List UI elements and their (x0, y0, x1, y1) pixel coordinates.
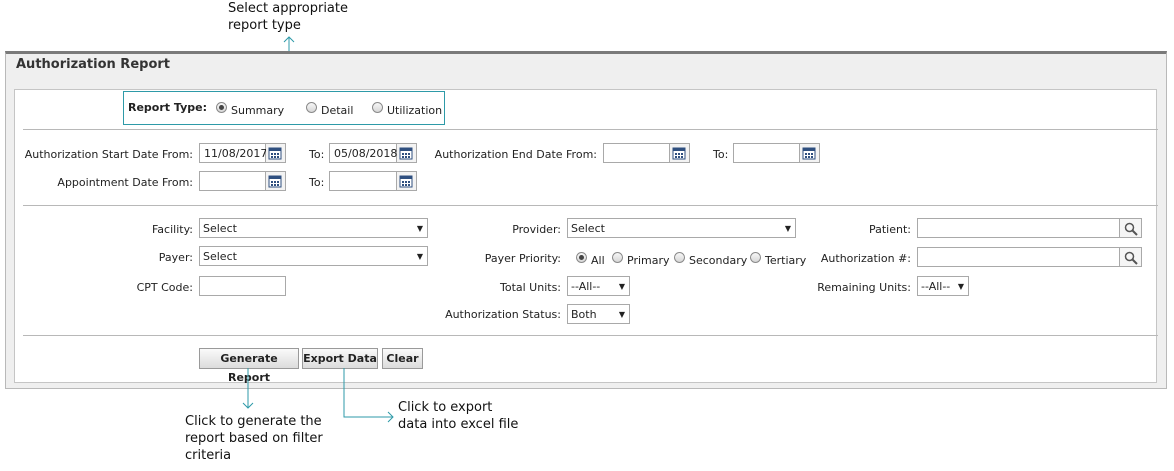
panel-title: Authorization Report (16, 57, 170, 72)
authorization-number-input[interactable] (917, 247, 1120, 267)
auth-end-to-input[interactable] (733, 143, 800, 163)
report-type-label: Report Type: (128, 101, 207, 114)
callout-text: Click to export (398, 400, 493, 415)
appointment-to-label: To: (309, 176, 325, 189)
payer-priority-secondary-label: Secondary (689, 254, 748, 267)
divider (23, 129, 1158, 130)
remaining-units-label: Remaining Units: (817, 281, 911, 294)
payer-priority-tertiary-radio[interactable] (750, 252, 761, 263)
calendar-icon[interactable] (266, 171, 286, 191)
payer-priority-label: Payer Priority: (484, 252, 561, 265)
callout-text: report type (228, 18, 301, 33)
authorization-status-label: Authorization Status: (445, 308, 561, 321)
payer-label: Payer: (158, 251, 193, 264)
chevron-down-icon: ▼ (416, 224, 423, 233)
chevron-down-icon: ▼ (618, 282, 625, 291)
auth-end-to-label: To: (713, 148, 729, 161)
cpt-code-input[interactable] (199, 276, 286, 296)
divider (23, 205, 1158, 206)
appointment-from-input[interactable] (199, 171, 266, 191)
cpt-code-label: CPT Code: (136, 281, 193, 294)
payer-priority-all-label: All (591, 254, 605, 267)
patient-input[interactable] (917, 218, 1120, 238)
calendar-icon[interactable] (397, 171, 417, 191)
callout-text: report based on filter (185, 431, 323, 446)
chevron-down-icon: ▼ (957, 282, 964, 291)
auth-end-from-input[interactable] (603, 143, 670, 163)
provider-select-value: Select (571, 222, 605, 235)
auth-start-to-label: To: (309, 148, 325, 161)
chevron-down-icon: ▼ (618, 310, 625, 319)
report-type-summary-radio[interactable] (216, 102, 227, 113)
patient-label: Patient: (868, 223, 911, 236)
report-type-utilization-radio[interactable] (372, 102, 383, 113)
payer-select[interactable]: Select ▼ (199, 246, 428, 266)
auth-start-from-label: Authorization Start Date From: (24, 148, 193, 161)
total-units-label: Total Units: (499, 281, 561, 294)
report-type-utilization-label: Utilization (387, 104, 443, 117)
total-units-select[interactable]: --All-- ▼ (567, 276, 630, 296)
authorization-status-select[interactable]: Both ▼ (567, 304, 630, 324)
authorization-number-label: Authorization #: (820, 252, 911, 265)
clear-button[interactable]: Clear (382, 348, 423, 369)
appointment-from-label: Appointment Date From: (57, 176, 193, 189)
calendar-icon[interactable] (800, 143, 820, 163)
report-type-summary-label: Summary (231, 104, 285, 117)
remaining-units-select-value: --All-- (921, 280, 951, 293)
provider-select[interactable]: Select ▼ (567, 218, 796, 238)
callout-arrow-generate (242, 368, 254, 409)
payer-select-value: Select (203, 250, 237, 263)
authorization-status-select-value: Both (571, 308, 597, 321)
remaining-units-select[interactable]: --All-- ▼ (917, 276, 969, 296)
callout-text: Click to generate the (185, 414, 322, 429)
total-units-select-value: --All-- (571, 280, 601, 293)
search-icon[interactable] (1120, 218, 1142, 238)
export-data-button[interactable]: Export Data (302, 348, 378, 369)
generate-report-button[interactable]: Generate Report (199, 348, 299, 384)
payer-priority-primary-radio[interactable] (612, 252, 623, 263)
facility-label: Facility: (151, 223, 193, 236)
appointment-to-input[interactable] (329, 171, 397, 191)
callout-arrow-export (343, 368, 394, 423)
callout-text: criteria (185, 448, 232, 463)
callout-report-type: Select appropriate report type (228, 0, 348, 34)
callout-text: Select appropriate (228, 1, 348, 16)
payer-priority-primary-label: Primary (627, 254, 670, 267)
divider (23, 335, 1158, 336)
callout-export: Click to export data into excel file (398, 399, 518, 433)
report-type-detail-radio[interactable] (306, 102, 317, 113)
auth-start-from-input[interactable]: 11/08/2017 (199, 143, 267, 163)
report-type-detail-label: Detail (321, 104, 354, 117)
auth-end-from-label: Authorization End Date From: (434, 148, 597, 161)
callout-generate: Click to generate the report based on fi… (185, 413, 323, 464)
payer-priority-all-radio[interactable] (576, 252, 587, 263)
payer-priority-secondary-radio[interactable] (674, 252, 685, 263)
facility-select[interactable]: Select ▼ (199, 218, 428, 238)
chevron-down-icon: ▼ (784, 224, 791, 233)
calendar-icon[interactable] (670, 143, 690, 163)
auth-start-to-input[interactable]: 05/08/2018 (329, 143, 397, 163)
callout-text: data into excel file (398, 417, 519, 432)
calendar-icon[interactable] (397, 143, 417, 163)
chevron-down-icon: ▼ (416, 252, 423, 261)
provider-label: Provider: (512, 223, 561, 236)
calendar-icon[interactable] (266, 143, 286, 163)
facility-select-value: Select (203, 222, 237, 235)
search-icon[interactable] (1120, 247, 1142, 267)
